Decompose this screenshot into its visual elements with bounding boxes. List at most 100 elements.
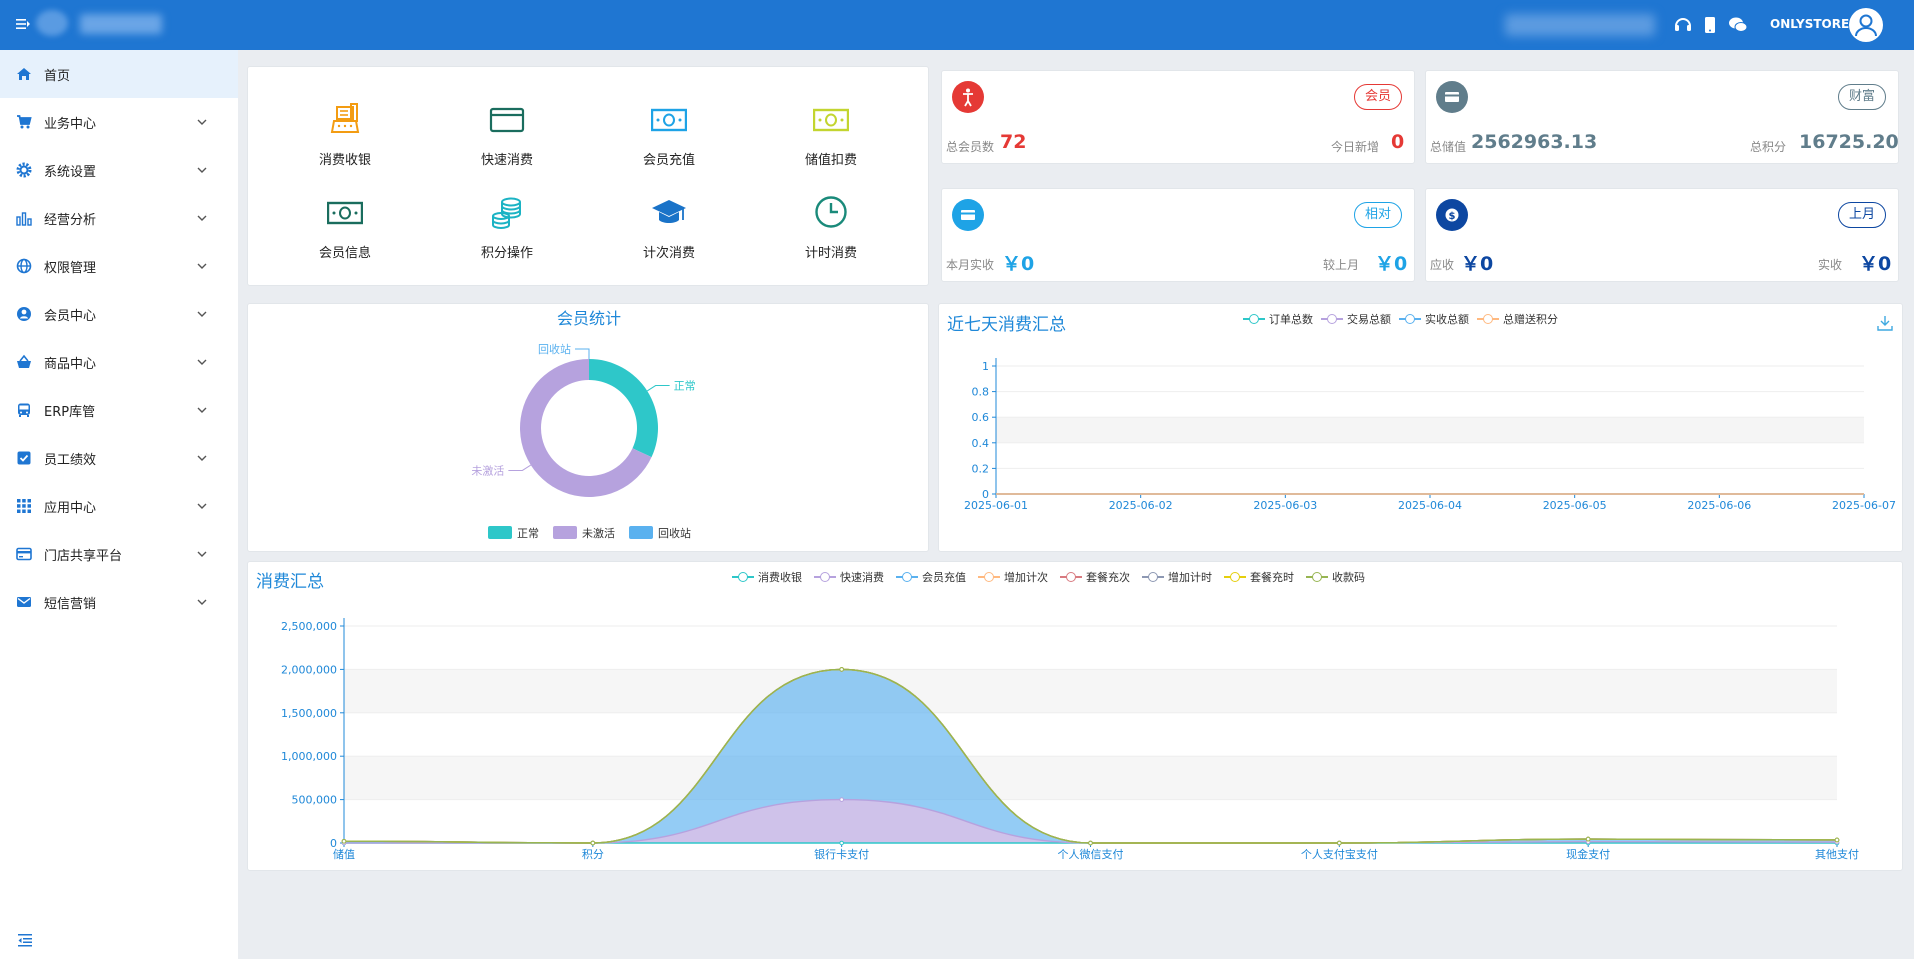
person-icon	[952, 81, 984, 113]
chevron-down-icon	[197, 359, 207, 365]
received-value: ￥0	[1859, 253, 1892, 275]
cart-icon	[17, 115, 32, 129]
sidebar-item-business[interactable]: 业务中心	[0, 98, 238, 146]
sidebar-item-label: 首页	[44, 68, 71, 84]
home-icon	[17, 68, 31, 80]
donut-leader-line	[646, 385, 670, 392]
x-tick-label: 2025-06-05	[1543, 499, 1607, 512]
month-received-value: ￥0	[1002, 253, 1035, 275]
quick-action-stored-deduct[interactable]: 储值扣费	[771, 101, 891, 168]
menu-toggle-icon[interactable]	[15, 16, 31, 32]
sidebar-item-home[interactable]: 首页	[0, 50, 238, 98]
quick-action-points[interactable]: 积分操作	[447, 194, 567, 261]
total-stored-label: 总储值	[1430, 140, 1467, 154]
donut-slice-label: 未激活	[471, 463, 504, 477]
chevron-down-icon	[197, 311, 207, 317]
chevron-down-icon	[197, 407, 207, 413]
quick-action-checkout[interactable]: 消费收银	[285, 101, 405, 168]
money-icon	[326, 201, 364, 225]
quick-action-member-info[interactable]: 会员信息	[285, 194, 405, 261]
sidebar-item-products[interactable]: 商品中心	[0, 338, 238, 386]
card-icon	[952, 199, 984, 231]
consumption-summary-panel: 消费汇总 消费收银 快速消费 会员充值 增加计次 套餐充次 增加计时 套餐充时 收款码 0 50…	[247, 561, 1903, 871]
last-month-stat-card: $ 上月 应收 ￥0 实收 ￥0	[1425, 188, 1899, 282]
user-avatar-icon[interactable]	[1849, 8, 1883, 42]
sidebar-item-settings[interactable]: 系统设置	[0, 146, 238, 194]
sidebar-item-analysis[interactable]: 经营分析	[0, 194, 238, 242]
sidebar-item-apps[interactable]: 应用中心	[0, 482, 238, 530]
sidebar-item-members[interactable]: 会员中心	[0, 290, 238, 338]
last-month-badge[interactable]: 上月	[1837, 202, 1886, 228]
legend-label: 回收站	[658, 526, 691, 540]
series-point	[839, 840, 844, 846]
series-point	[839, 667, 844, 672]
chevron-down-icon	[197, 503, 207, 509]
donut-leader-line	[508, 464, 532, 471]
week-line-chart: 00.20.40.60.812025-06-01 2025-06-02 2025-0…	[964, 358, 1896, 512]
grid-band	[996, 366, 1864, 392]
total-stored-value: 2562963.13	[1471, 131, 1598, 153]
quick-action-time-consume[interactable]: 计时消费	[771, 194, 891, 261]
x-tick-label: 个人微信支付	[1058, 847, 1124, 861]
x-tick-label: 2025-06-07	[1832, 499, 1896, 512]
sidebar-item-label: 业务中心	[44, 116, 97, 132]
mobile-icon[interactable]	[1699, 14, 1721, 36]
due-label: 应收	[1430, 258, 1455, 272]
grid-band	[344, 756, 1837, 800]
sidebar-item-sms[interactable]: 短信营销	[0, 578, 238, 626]
wechat-icon[interactable]	[1727, 14, 1749, 36]
x-tick-label: 个人支付宝支付	[1301, 847, 1378, 861]
credit-card-icon	[489, 107, 525, 133]
wealth-badge[interactable]: 财富	[1837, 84, 1886, 110]
sidebar-item-share-platform[interactable]: 门店共享平台	[0, 530, 238, 578]
received-label: 实收	[1818, 258, 1843, 272]
quick-action-recharge[interactable]: 会员充值	[609, 101, 729, 168]
basket-icon	[17, 354, 31, 368]
member-donut-chart: 会员统计正常未激活回收站正常 未激活 回收站	[471, 309, 696, 540]
sidebar-item-performance[interactable]: 员工绩效	[0, 434, 238, 482]
series-point	[839, 797, 844, 802]
y-tick-label: 1,000,000	[281, 750, 337, 763]
x-tick-label: 2025-06-02	[1109, 499, 1173, 512]
vs-last-month-label: 较上月	[1323, 258, 1360, 272]
globe-icon	[16, 258, 32, 274]
checkbox-icon	[17, 451, 31, 465]
quick-actions-panel: 消费收银 快速消费 会员充值 储值扣费 会员信息 积分操作 计次消费 计时消费	[247, 66, 929, 286]
quick-action-label: 会员充值	[642, 153, 695, 168]
x-tick-label: 储值	[333, 847, 355, 861]
coins-icon	[492, 197, 521, 229]
sidebar-item-permissions[interactable]: 权限管理	[0, 242, 238, 290]
bar-chart-icon	[16, 212, 32, 226]
legend-label: 未激活	[582, 526, 615, 540]
members-badge[interactable]: 会员	[1353, 84, 1402, 110]
quick-action-fast-consume[interactable]: 快速消费	[447, 101, 567, 168]
legend-label: 正常	[517, 527, 539, 540]
sidebar-item-label: 经营分析	[44, 212, 97, 228]
donut-slice-label: 正常	[674, 380, 696, 393]
grid-band	[344, 799, 1837, 843]
chevron-down-icon	[197, 263, 207, 269]
chevron-down-icon	[197, 215, 207, 221]
store-name[interactable]: ONLYSTORE	[1770, 17, 1849, 31]
dollar-icon: $	[1436, 199, 1468, 231]
total-members-value: 72	[1000, 131, 1027, 153]
grid-band	[996, 417, 1864, 443]
sidebar-item-erp[interactable]: ERP库管	[0, 386, 238, 434]
user-icon	[17, 307, 31, 321]
sidebar-collapse-icon[interactable]	[17, 932, 33, 948]
relative-stat-card: 相对 本月实收 ￥0 较上月 ￥0	[941, 188, 1415, 282]
donut-slice-label: 回收站	[538, 342, 571, 356]
relative-badge[interactable]: 相对	[1353, 202, 1402, 228]
quick-action-label: 快速消费	[480, 153, 533, 168]
y-tick-label: 0.4	[972, 437, 990, 450]
x-tick-label: 2025-06-03	[1253, 499, 1317, 512]
store-logo	[36, 10, 68, 36]
quick-action-count-consume[interactable]: 计次消费	[609, 194, 729, 261]
member-stats-panel: 会员统计 正常 未激活 回收站 正常 未激活 回收站	[247, 303, 929, 552]
header-info-blurred	[1505, 14, 1655, 36]
wealth-stat-card: 财富 总储值 2562963.13 总积分 16725.20	[1425, 70, 1899, 164]
headset-icon[interactable]	[1672, 14, 1694, 36]
x-tick-label: 其他支付	[1815, 848, 1859, 861]
money-icon	[812, 108, 850, 132]
grid-band	[996, 468, 1864, 494]
